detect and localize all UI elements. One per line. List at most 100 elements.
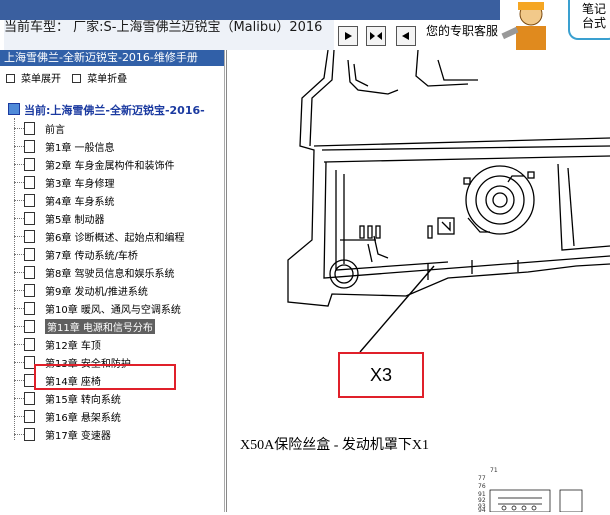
tree-item[interactable]: 第8章 驾驶员信息和娱乐系统: [14, 264, 175, 280]
tree-item[interactable]: 前言: [14, 120, 65, 136]
tree-connector: [14, 145, 24, 147]
bubble-text: 笔记 台式: [582, 2, 607, 30]
tree-item-label: 第10章 暖风、通风与空调系统: [45, 304, 181, 316]
document-icon: [24, 283, 35, 297]
document-icon: [24, 157, 35, 171]
tree-connector: [14, 361, 24, 363]
document-icon: [24, 391, 35, 405]
tree-connector: [14, 325, 24, 327]
tree-connector: [14, 163, 24, 165]
vehicle-label: 当前车型： 厂家:S-上海雪佛兰迈锐宝（Malibu）2016: [4, 20, 334, 50]
sidebar: 上海雪佛兰-全新迈锐宝-2016-维修手册 菜单展开 菜单折叠 当前:上海雪佛兰…: [0, 50, 225, 512]
tree-item-label: 第12章 车顶: [45, 340, 101, 352]
arrow-left-icon: [402, 32, 409, 40]
tree-connector: [14, 397, 24, 399]
tree-item-label: 第3章 车身修理: [45, 178, 115, 190]
tree-item[interactable]: 第15章 转向系统: [14, 390, 121, 406]
tree-connector: [14, 217, 24, 219]
top-toolbar: 当前车型： 厂家:S-上海雪佛兰迈锐宝（Malibu）2016 您的专职客服 笔…: [0, 0, 610, 50]
x3-callout-label: X3: [338, 352, 424, 398]
tree-item[interactable]: 第10章 暖风、通风与空调系统: [14, 300, 181, 316]
document-icon: [24, 211, 35, 225]
tree-connector: [14, 181, 24, 183]
manual-title: 上海雪佛兰-全新迈锐宝-2016-维修手册: [0, 50, 224, 66]
tree-item[interactable]: 第4章 车身系统: [14, 192, 115, 208]
tree-item-label: 第4章 车身系统: [45, 196, 115, 208]
document-icon: [24, 427, 35, 441]
mechanic-mascot-icon: [501, 2, 546, 50]
document-icon: [24, 193, 35, 207]
tree-connector: [14, 235, 24, 237]
tree-connector: [14, 343, 24, 345]
highlight-box: [34, 364, 176, 390]
tree-item-label: 第16章 悬架系统: [45, 412, 121, 424]
menu-expand-label: 菜单展开: [21, 74, 61, 85]
tree-item-label: 第1章 一般信息: [45, 142, 115, 154]
nav-prev-button[interactable]: [396, 26, 416, 46]
tree-item[interactable]: 第9章 发动机/推进系统: [14, 282, 148, 298]
document-icon: [24, 337, 35, 351]
book-icon: [8, 103, 20, 115]
tree-connector: [14, 253, 24, 255]
tree-item[interactable]: 第12章 车顶: [14, 336, 101, 352]
tree-item-label: 第17章 变速器: [45, 430, 111, 442]
document-icon: [24, 121, 35, 135]
tree-item-label: 第11章 电源和信号分布: [45, 318, 155, 334]
tree-item-label: 第8章 驾驶员信息和娱乐系统: [45, 268, 175, 280]
tree-connector: [14, 307, 24, 309]
mini-number: 94: [478, 507, 486, 512]
square-icon: [6, 74, 15, 83]
tree-root[interactable]: 当前:上海雪佛兰-全新迈锐宝-2016-: [8, 102, 205, 118]
menu-expand-link[interactable]: 菜单展开: [6, 74, 61, 85]
document-icon: [24, 319, 35, 333]
document-icon: [24, 175, 35, 189]
tree-connector: [14, 199, 24, 201]
document-icon: [24, 139, 35, 153]
title-strip: [0, 0, 500, 20]
document-icon: [24, 265, 35, 279]
tree-root-label: 当前:上海雪佛兰-全新迈锐宝-2016-: [24, 104, 205, 117]
tree-connector: [14, 379, 24, 381]
tree-item[interactable]: 第7章 传动系统/车桥: [14, 246, 138, 262]
nav-next-button[interactable]: [338, 26, 358, 46]
tree-item-label: 第5章 制动器: [45, 214, 105, 226]
service-tagline: 您的专职客服: [426, 24, 499, 38]
tree-item[interactable]: 第6章 诊断概述、起始点和编程: [14, 228, 185, 244]
connector-minimap: [489, 489, 583, 513]
tree-item[interactable]: 第16章 悬架系统: [14, 408, 121, 424]
tree-item[interactable]: 第1章 一般信息: [14, 138, 115, 154]
tree-item-label: 第9章 发动机/推进系统: [45, 286, 148, 298]
menu-controls: 菜单展开 菜单折叠: [6, 70, 135, 85]
tree-item-label: 第6章 诊断概述、起始点和编程: [45, 232, 185, 244]
mini-number: 71: [490, 467, 498, 474]
document-icon: [24, 409, 35, 423]
expand-arrows-icon: [370, 32, 382, 40]
tree-connector: [14, 127, 24, 129]
mini-number: 77: [478, 475, 486, 482]
callout-leader: [359, 265, 435, 353]
tree-connector: [14, 289, 24, 291]
tree-item[interactable]: 第5章 制动器: [14, 210, 105, 226]
tree-item-label: 第7章 传动系统/车桥: [45, 250, 138, 262]
arrow-right-icon: [345, 32, 352, 40]
menu-collapse-link[interactable]: 菜单折叠: [72, 74, 127, 85]
tree-item[interactable]: 第3章 车身修理: [14, 174, 115, 190]
document-icon: [24, 301, 35, 315]
tree-connector: [14, 415, 24, 417]
pane-divider[interactable]: [226, 50, 227, 512]
tree-connector: [14, 433, 24, 435]
document-icon: [24, 247, 35, 261]
nav-expand-button[interactable]: [366, 26, 386, 46]
menu-collapse-label: 菜单折叠: [87, 74, 128, 85]
document-icon: [24, 229, 35, 243]
tree-item[interactable]: 第17章 变速器: [14, 426, 111, 442]
tree-item[interactable]: 第11章 电源和信号分布: [14, 318, 155, 334]
tree-item-label: 第15章 转向系统: [45, 394, 121, 406]
tree-item-label: 前言: [45, 124, 65, 136]
tree-item-label: 第2章 车身金属构件和装饰件: [45, 160, 175, 172]
mini-number: 76: [478, 483, 486, 490]
square-icon: [72, 74, 82, 83]
speech-bubble: 笔记 台式: [568, 0, 610, 40]
diagram-caption: X50A保险丝盒 - 发动机罩下X1: [240, 438, 429, 453]
tree-item[interactable]: 第2章 车身金属构件和装饰件: [14, 156, 175, 172]
